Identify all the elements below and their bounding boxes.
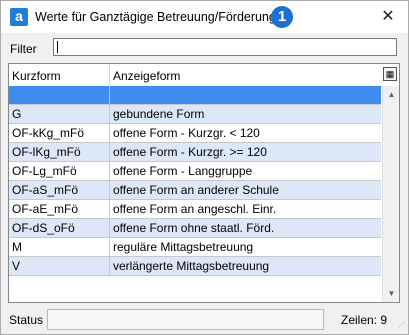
status-bar: Status Zeilen: 9 xyxy=(1,306,408,334)
table-row[interactable]: G gebundene Form xyxy=(9,105,381,124)
table-row[interactable]: V verlängerte Mittagsbetreuung xyxy=(9,257,381,276)
table-row[interactable]: OF-aS_mFö offene Form an anderer Schule xyxy=(9,181,381,200)
table-row[interactable]: OF-lKg_mFö offene Form - Kurzgr. >= 120 xyxy=(9,143,381,162)
cell-anzeigeform xyxy=(110,86,381,104)
vertical-scrollbar[interactable]: ▲ ▼ xyxy=(382,86,399,302)
table-row[interactable]: OF-kKg_mFö offene Form - Kurzgr. < 120 xyxy=(9,124,381,143)
cell-kurzform: OF-aE_mFö xyxy=(9,200,110,218)
table-row[interactable]: OF-aE_mFö offene Form an angeschl. Einr. xyxy=(9,200,381,219)
filter-input[interactable] xyxy=(53,38,397,56)
column-header-anzeigeform[interactable]: Anzeigeform xyxy=(110,64,381,86)
values-table: Kurzform Anzeigeform ▦ G gebundene Form … xyxy=(8,63,400,303)
scroll-down-icon[interactable]: ▼ xyxy=(383,285,399,302)
cell-kurzform: G xyxy=(9,105,110,123)
cell-kurzform: OF-dS_oFö xyxy=(9,219,110,237)
resize-grip-icon[interactable]: ⋰ xyxy=(398,321,406,329)
window-title: Werte für Ganztägige Betreuung/Förderung xyxy=(35,10,276,24)
table-body: G gebundene Form OF-kKg_mFö offene Form … xyxy=(9,86,381,276)
cell-anzeigeform: offene Form an anderer Schule xyxy=(113,183,279,197)
app-icon: a xyxy=(10,8,28,26)
cell-anzeigeform: reguläre Mittagsbetreuung xyxy=(113,240,254,254)
close-button[interactable]: ✕ xyxy=(374,5,402,29)
title-bar: a Werte für Ganztägige Betreuung/Förderu… xyxy=(1,1,408,33)
status-field xyxy=(47,309,324,330)
cell-anzeigeform: verlängerte Mittagsbetreuung xyxy=(113,259,270,273)
cell-kurzform: OF-Lg_mFö xyxy=(9,162,110,180)
cell-anzeigeform: offene Form - Langgruppe xyxy=(113,164,253,178)
app-icon-letter: a xyxy=(15,8,23,24)
row-count: Zeilen: 9 xyxy=(341,313,388,327)
cell-kurzform: V xyxy=(9,257,110,275)
cell-anzeigeform: offene Form - Kurzgr. >= 120 xyxy=(113,145,267,159)
cell-anzeigeform: gebundene Form xyxy=(113,107,205,121)
scroll-up-icon[interactable]: ▲ xyxy=(383,86,399,103)
table-row[interactable]: M reguläre Mittagsbetreuung xyxy=(9,238,381,257)
filter-label: Filter xyxy=(10,42,37,56)
cell-kurzform: M xyxy=(9,238,110,256)
status-label: Status xyxy=(9,313,44,327)
cell-kurzform: OF-kKg_mFö xyxy=(9,124,110,142)
cell-kurzform xyxy=(9,86,110,104)
column-chooser-icon[interactable]: ▦ xyxy=(383,67,397,81)
cell-anzeigeform: offene Form - Kurzgr. < 120 xyxy=(113,126,260,140)
table-header: Kurzform Anzeigeform ▦ xyxy=(9,64,399,87)
column-header-kurzform[interactable]: Kurzform xyxy=(9,64,110,86)
number-badge-icon: 1 xyxy=(271,6,293,28)
table-row[interactable]: OF-Lg_mFö offene Form - Langgruppe xyxy=(9,162,381,181)
cell-kurzform: OF-lKg_mFö xyxy=(9,143,110,161)
dialog-window: a Werte für Ganztägige Betreuung/Förderu… xyxy=(0,0,409,335)
table-row[interactable] xyxy=(9,86,381,105)
cell-kurzform: OF-aS_mFö xyxy=(9,181,110,199)
cell-anzeigeform: offene Form an angeschl. Einr. xyxy=(113,202,277,216)
text-cursor xyxy=(57,41,58,53)
cell-anzeigeform: offene Form ohne staatl. Förd. xyxy=(113,221,275,235)
table-row[interactable]: OF-dS_oFö offene Form ohne staatl. Förd. xyxy=(9,219,381,238)
